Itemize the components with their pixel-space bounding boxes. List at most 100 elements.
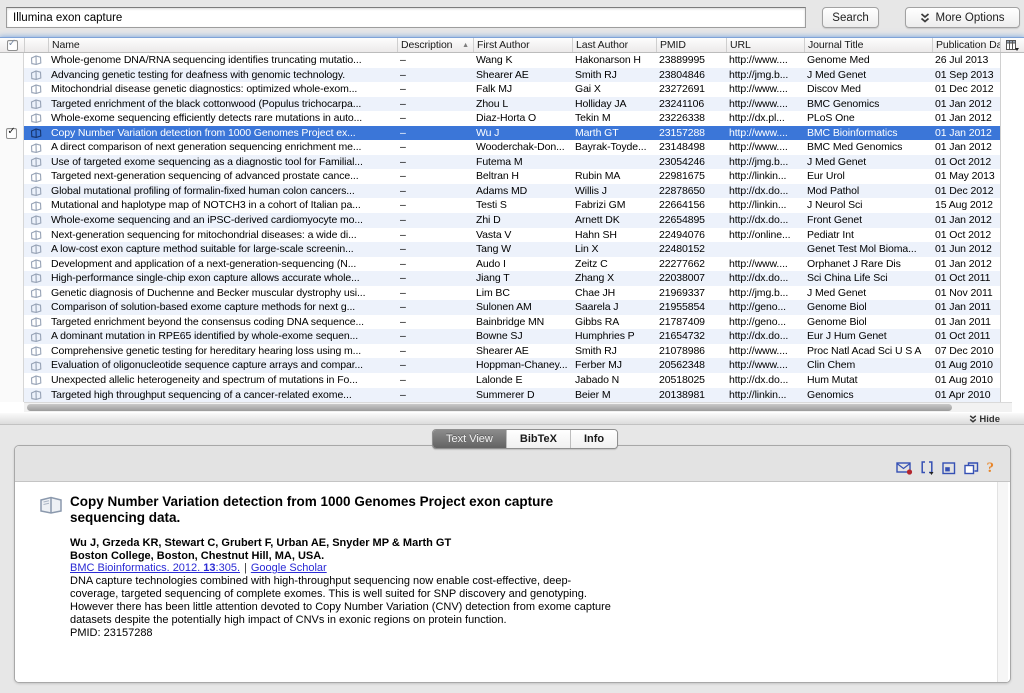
table-row[interactable]: Comparison of solution-based exome captu…	[0, 300, 1024, 315]
search-input[interactable]	[6, 7, 806, 28]
table-row[interactable]: Global mutational profiling of formalin-…	[0, 184, 1024, 199]
reference-icon	[30, 332, 42, 342]
horizontal-scrollbar-thumb[interactable]	[27, 404, 952, 411]
cell-pub-date: 01 Jan 2011	[932, 315, 1000, 330]
email-icon[interactable]	[896, 462, 913, 475]
cell-description: –	[397, 184, 473, 199]
tab-text-view[interactable]: Text View	[433, 430, 506, 448]
select-all-header[interactable]	[0, 38, 24, 52]
cell-url: http://dx.pl...	[726, 111, 804, 126]
column-header-pmid[interactable]: PMID	[656, 38, 726, 52]
reference-icon	[30, 128, 42, 138]
table-row[interactable]: Targeted next-generation sequencing of a…	[0, 169, 1024, 184]
row-right-strip	[1000, 373, 1024, 388]
table-row[interactable]: Mutational and haplotype map of NOTCH3 i…	[0, 198, 1024, 213]
column-header-url[interactable]: URL	[726, 38, 804, 52]
cell-pmid: 23804846	[656, 68, 726, 83]
cell-description: –	[397, 271, 473, 286]
row-right-strip	[1000, 198, 1024, 213]
table-row[interactable]: Next-generation sequencing for mitochond…	[0, 228, 1024, 243]
cell-description: –	[397, 155, 473, 170]
cell-pmid: 23272691	[656, 82, 726, 97]
column-header-description[interactable]: Description ▲	[397, 38, 473, 52]
tab-bibtex[interactable]: BibTeX	[506, 430, 570, 448]
column-header-name[interactable]: Name	[48, 38, 397, 52]
cell-journal: Front Genet	[804, 213, 932, 228]
google-scholar-link[interactable]: Google Scholar	[251, 562, 327, 574]
column-header-journal[interactable]: Journal Title	[804, 38, 932, 52]
journal-citation-link[interactable]: BMC Bioinformatics. 2012. 13:305.	[70, 562, 240, 574]
table-row[interactable]: Targeted high throughput sequencing of a…	[0, 388, 1024, 403]
table-row[interactable]: Development and application of a next-ge…	[0, 257, 1024, 272]
cell-name: Whole-genome DNA/RNA sequencing identifi…	[48, 53, 397, 68]
select-all-checkbox[interactable]	[7, 40, 18, 51]
more-options-button[interactable]: More Options	[905, 7, 1020, 28]
table-row[interactable]: Whole-exome sequencing efficiently detec…	[0, 111, 1024, 126]
table-row[interactable]: Whole-genome DNA/RNA sequencing identifi…	[0, 53, 1024, 68]
column-header-pub-date[interactable]: Publication Date	[932, 38, 1000, 52]
cell-pub-date: 26 Jul 2013	[932, 53, 1000, 68]
citation-post: :305.	[216, 562, 240, 574]
hide-toggle[interactable]: Hide	[969, 413, 1000, 425]
search-button[interactable]: Search	[822, 7, 879, 28]
table-row[interactable]: Mitochondrial disease genetic diagnostic…	[0, 82, 1024, 97]
splitter-bar[interactable]: Hide	[0, 413, 1024, 425]
cell-journal: Orphanet J Rare Dis	[804, 257, 932, 272]
horizontal-scrollbar[interactable]	[24, 402, 1012, 412]
table-row[interactable]: Targeted enrichment of the black cottonw…	[0, 97, 1024, 112]
table-row[interactable]: A direct comparison of next generation s…	[0, 140, 1024, 155]
cell-pmid: 22981675	[656, 169, 726, 184]
cell-pub-date: 01 Dec 2012	[932, 184, 1000, 199]
cell-journal: J Med Genet	[804, 286, 932, 301]
cell-pmid: 21078986	[656, 344, 726, 359]
cell-url: http://www....	[726, 82, 804, 97]
icon-column-header[interactable]	[24, 38, 48, 52]
column-header-first-author[interactable]: First Author	[473, 38, 572, 52]
citation-pre: BMC Bioinformatics. 2012.	[70, 562, 203, 574]
cell-name: Comparison of solution-based exome captu…	[48, 300, 397, 315]
table-row[interactable]: Comprehensive genetic testing for heredi…	[0, 344, 1024, 359]
table-row[interactable]: Whole-exome sequencing and an iPSC-deriv…	[0, 213, 1024, 228]
cell-last-author: Willis J	[572, 184, 656, 199]
reference-affiliation: Boston College, Boston, Chestnut Hill, M…	[70, 550, 645, 563]
cell-pub-date: 01 Jan 2012	[932, 257, 1000, 272]
cell-description: –	[397, 68, 473, 83]
table-row[interactable]: Unexpected allelic heterogeneity and spe…	[0, 373, 1024, 388]
cell-first-author: Sulonen AM	[473, 300, 572, 315]
cite-icon[interactable]	[921, 461, 934, 476]
cell-name: Copy Number Variation detection from 100…	[48, 126, 397, 141]
cell-name: Targeted high throughput sequencing of a…	[48, 388, 397, 403]
table-row[interactable]: Advancing genetic testing for deafness w…	[0, 68, 1024, 83]
table-row[interactable]: A low-cost exon capture method suitable …	[0, 242, 1024, 257]
double-chevron-down-icon	[969, 415, 977, 423]
reference-icon	[30, 317, 42, 327]
table-row[interactable]: Copy Number Variation detection from 100…	[0, 126, 1024, 141]
help-icon[interactable]: ?	[987, 460, 995, 477]
open-in-browser-icon[interactable]	[942, 462, 956, 475]
table-row[interactable]: A dominant mutation in RPE65 identified …	[0, 329, 1024, 344]
cell-last-author: Rubin MA	[572, 169, 656, 184]
column-header-last-author[interactable]: Last Author	[572, 38, 656, 52]
table-row[interactable]: Targeted enrichment beyond the consensus…	[0, 315, 1024, 330]
table-row[interactable]: Genetic diagnosis of Duchenne and Becker…	[0, 286, 1024, 301]
cell-journal: Discov Med	[804, 82, 932, 97]
copy-icon[interactable]	[964, 462, 979, 475]
cell-name: Targeted enrichment beyond the consensus…	[48, 315, 397, 330]
table-row[interactable]: High-performance single-chip exon captur…	[0, 271, 1024, 286]
cell-pmid: 22878650	[656, 184, 726, 199]
row-checkbox[interactable]	[6, 128, 17, 139]
tab-info[interactable]: Info	[570, 430, 617, 448]
cell-pmid: 20518025	[656, 373, 726, 388]
column-options-button[interactable]	[1000, 38, 1024, 52]
cell-first-author: Shearer AE	[473, 344, 572, 359]
cell-last-author: Saarela J	[572, 300, 656, 315]
row-right-strip	[1000, 388, 1024, 403]
cell-last-author: Holliday JA	[572, 97, 656, 112]
cell-description: –	[397, 53, 473, 68]
vertical-scrollbar[interactable]	[997, 482, 1008, 683]
table-row[interactable]: Use of targeted exome sequencing as a di…	[0, 155, 1024, 170]
cell-pub-date: 01 Jan 2012	[932, 111, 1000, 126]
row-right-strip	[1000, 242, 1024, 257]
cell-first-author: Wooderchak-Don...	[473, 140, 572, 155]
table-row[interactable]: Evaluation of oligonucleotide sequence c…	[0, 358, 1024, 373]
